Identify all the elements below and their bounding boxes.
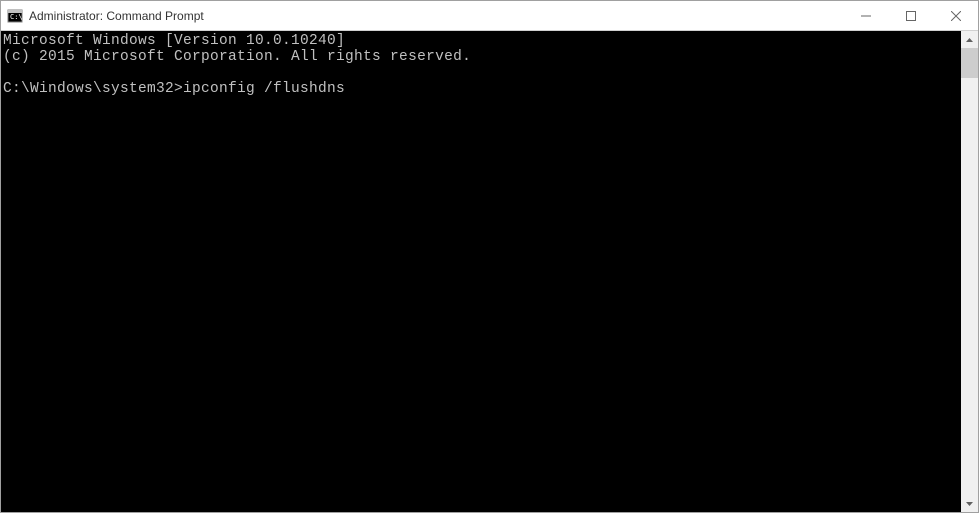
scroll-down-arrow-icon[interactable] [961, 495, 978, 512]
terminal-output[interactable]: Microsoft Windows [Version 10.0.10240] (… [1, 31, 961, 512]
minimize-button[interactable] [843, 1, 888, 30]
vertical-scrollbar[interactable] [961, 31, 978, 512]
close-button[interactable] [933, 1, 978, 30]
command-prompt-icon: C:\ [7, 8, 23, 24]
terminal-prompt: C:\Windows\system32> [3, 81, 183, 97]
terminal-line: (c) 2015 Microsoft Corporation. All righ… [3, 49, 471, 65]
titlebar[interactable]: C:\ Administrator: Command Prompt [1, 1, 978, 31]
terminal-line: Microsoft Windows [Version 10.0.10240] [3, 33, 345, 49]
window-controls [843, 1, 978, 30]
command-prompt-window: C:\ Administrator: Command Prompt Micros… [0, 0, 979, 513]
maximize-button[interactable] [888, 1, 933, 30]
window-title: Administrator: Command Prompt [29, 9, 843, 23]
svg-text:C:\: C:\ [10, 13, 23, 21]
content-wrapper: Microsoft Windows [Version 10.0.10240] (… [1, 31, 978, 512]
scroll-thumb[interactable] [961, 48, 978, 78]
terminal-command-input[interactable]: ipconfig /flushdns [183, 81, 345, 97]
scroll-up-arrow-icon[interactable] [961, 31, 978, 48]
scroll-track[interactable] [961, 48, 978, 495]
